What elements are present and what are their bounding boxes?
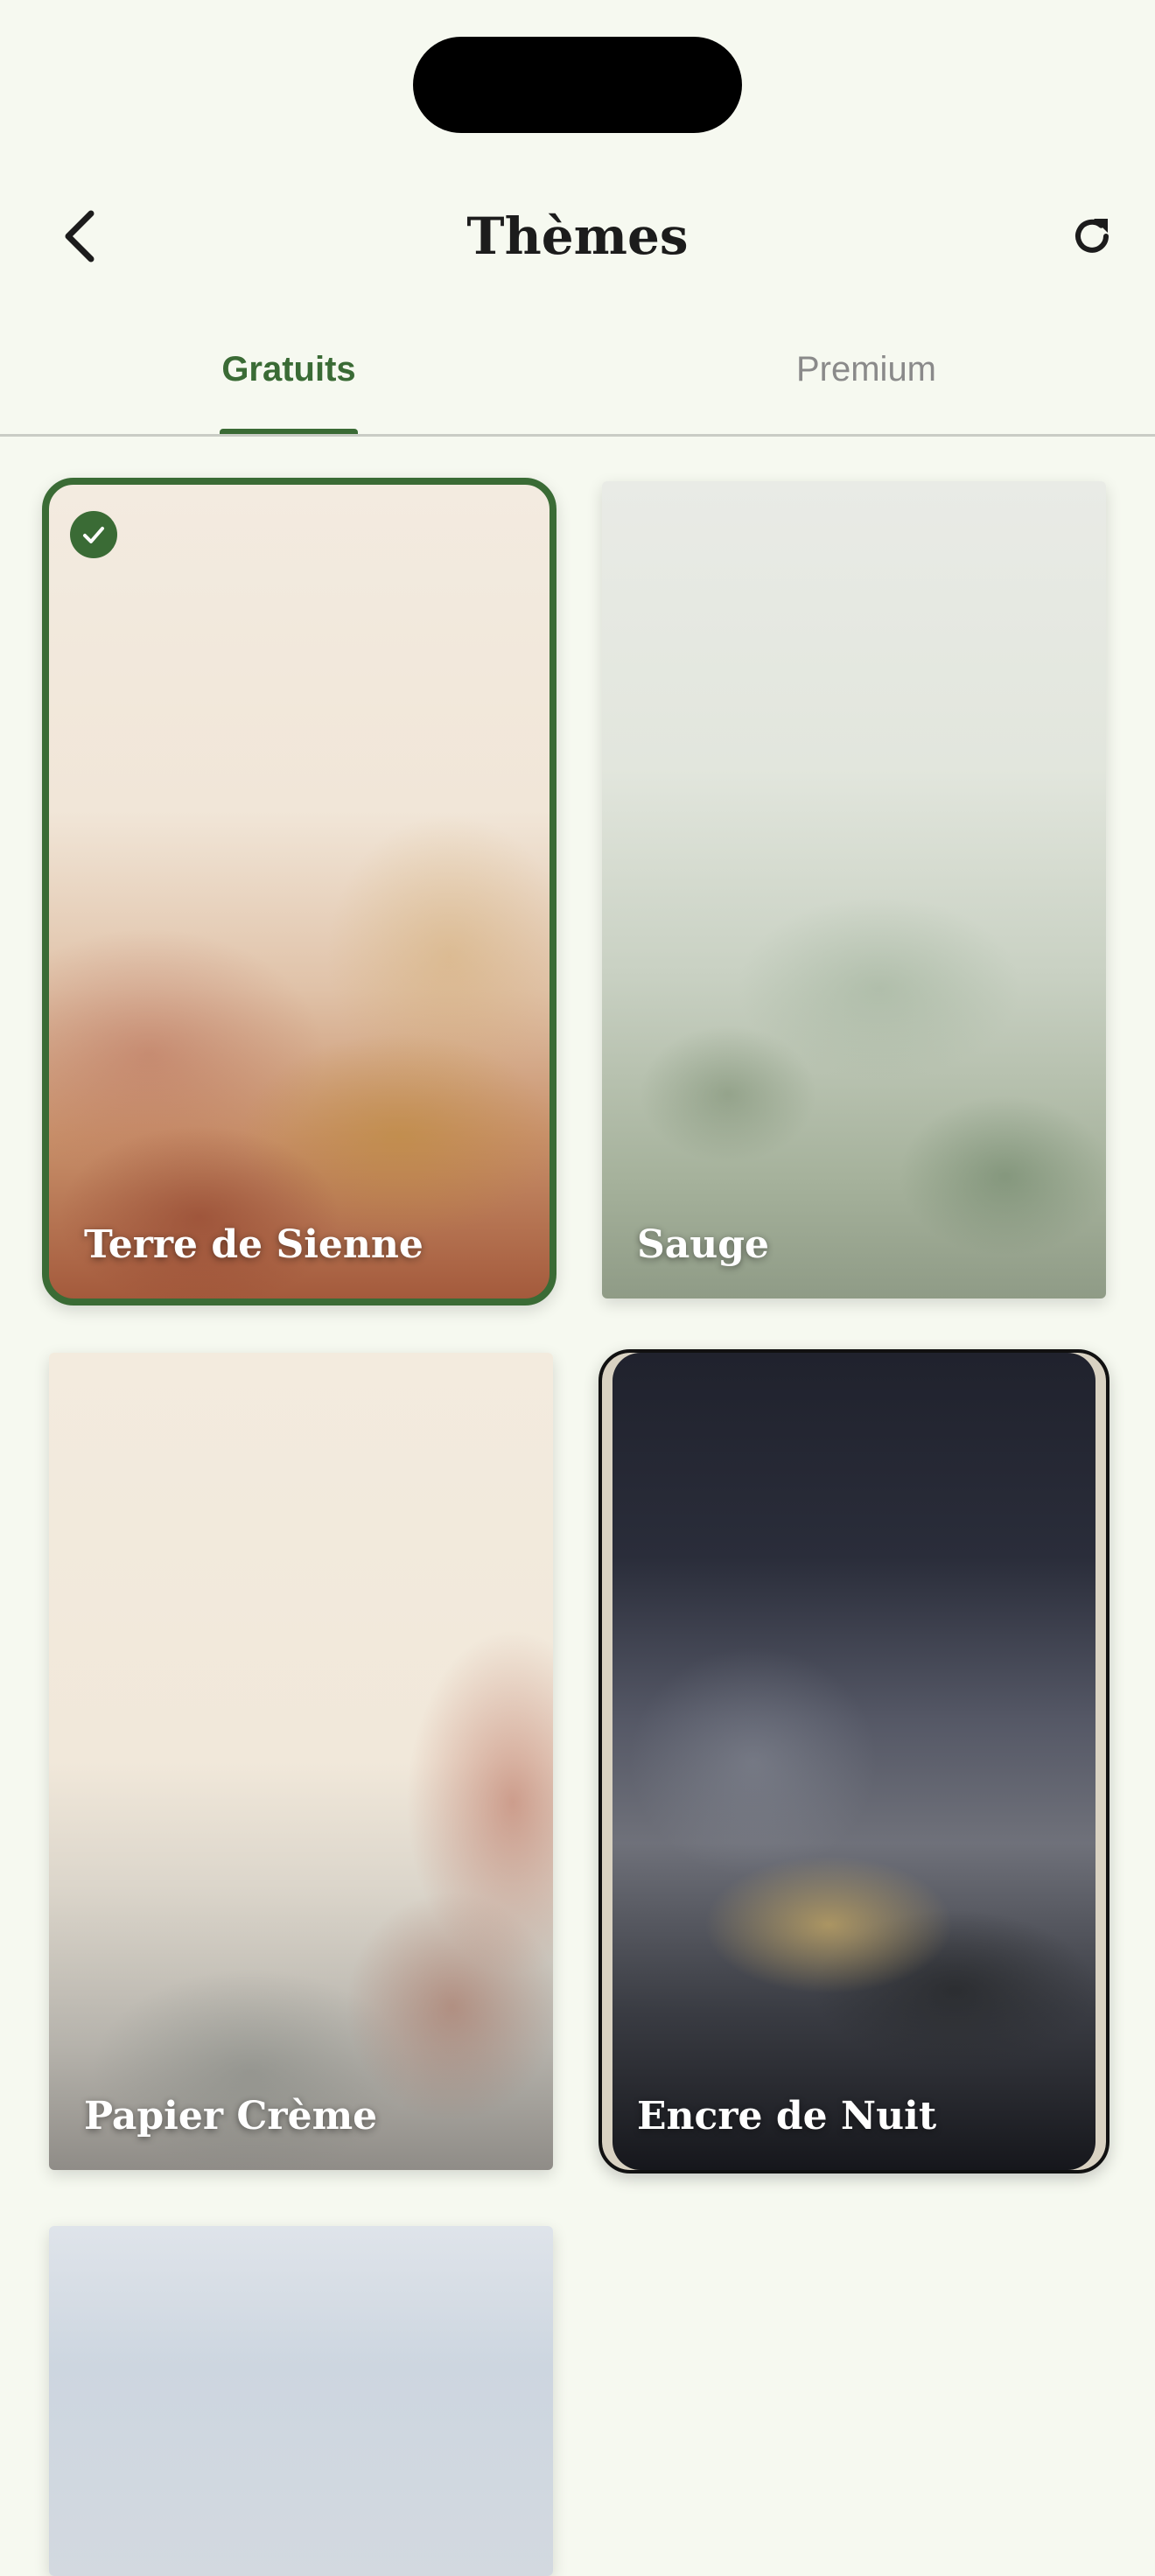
tab-label: Gratuits <box>221 350 356 388</box>
tab-gratuits[interactable]: Gratuits <box>0 324 578 436</box>
back-button[interactable] <box>46 201 116 271</box>
refresh-icon <box>1075 219 1109 253</box>
theme-name: Encre de Nuit <box>637 2094 937 2138</box>
chevron-left-icon <box>65 210 94 262</box>
header: Thèmes <box>0 175 1155 298</box>
theme-name: Terre de Sienne <box>84 1222 424 1267</box>
tab-label: Premium <box>795 350 937 388</box>
tab-premium[interactable]: Premium <box>578 324 1155 436</box>
theme-card-papier-creme[interactable]: Papier Crème <box>49 1353 553 2170</box>
refresh-button[interactable] <box>1057 201 1127 271</box>
theme-card-encre-de-nuit[interactable]: Encre de Nuit <box>598 1349 1110 2174</box>
theme-name: Sauge <box>637 1222 770 1267</box>
page-title: Thèmes <box>466 206 689 266</box>
tabs-divider <box>0 434 1155 437</box>
theme-tabs: Gratuits Premium <box>0 324 1155 436</box>
dynamic-island <box>413 37 742 133</box>
theme-card-terre-de-sienne[interactable]: Terre de Sienne <box>42 478 556 1306</box>
selected-check-icon <box>70 511 117 558</box>
theme-card-partial[interactable] <box>49 2226 553 2576</box>
theme-name: Papier Crème <box>84 2094 378 2138</box>
theme-card-sauge[interactable]: Sauge <box>602 481 1106 1298</box>
